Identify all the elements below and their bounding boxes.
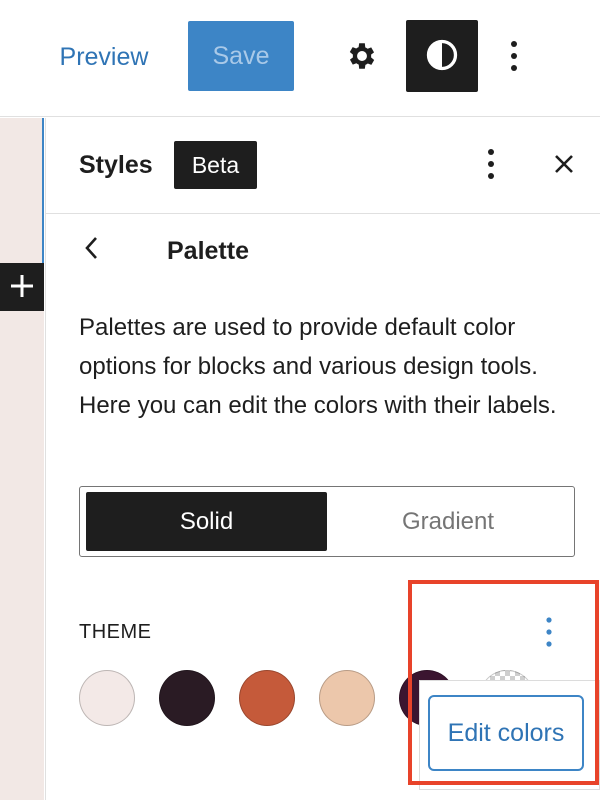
tab-gradient[interactable]: Gradient (328, 492, 568, 551)
gear-icon (345, 39, 379, 76)
close-icon (553, 153, 575, 178)
settings-button[interactable] (334, 30, 390, 84)
plus-icon (9, 273, 35, 302)
editor-toolbar: Preview Save (0, 0, 600, 117)
sidebar-header: Styles Beta (46, 118, 600, 214)
preview-button[interactable]: Preview (44, 30, 164, 84)
styles-button[interactable] (406, 20, 478, 92)
save-button[interactable]: Save (188, 21, 294, 91)
block-inserter-button[interactable] (0, 263, 44, 311)
vertical-ellipsis-icon (545, 615, 553, 652)
color-swatch[interactable] (319, 670, 375, 726)
tab-solid[interactable]: Solid (86, 492, 327, 551)
theme-options-button[interactable] (534, 608, 564, 658)
options-button[interactable] (494, 30, 534, 84)
color-swatch[interactable] (239, 670, 295, 726)
palette-title: Palette (167, 237, 249, 265)
theme-section-label: THEME (79, 621, 152, 643)
vertical-ellipsis-icon (487, 147, 495, 184)
palette-navigation: Palette (46, 214, 600, 290)
beta-badge: Beta (174, 141, 257, 189)
edit-colors-button[interactable]: Edit colors (428, 695, 584, 771)
styles-options-button[interactable] (474, 140, 508, 190)
back-button[interactable] (74, 229, 108, 269)
color-swatch[interactable] (79, 670, 135, 726)
vertical-ellipsis-icon (510, 39, 518, 76)
chevron-left-icon (83, 235, 99, 264)
close-sidebar-button[interactable] (544, 142, 584, 188)
palette-type-toggle: Solid Gradient (79, 486, 575, 557)
half-contrast-icon (424, 37, 460, 76)
editor-canvas (0, 118, 44, 800)
color-swatch[interactable] (159, 670, 215, 726)
sidebar-title: Styles (79, 151, 153, 179)
palette-description: Palettes are used to provide default col… (79, 314, 557, 419)
